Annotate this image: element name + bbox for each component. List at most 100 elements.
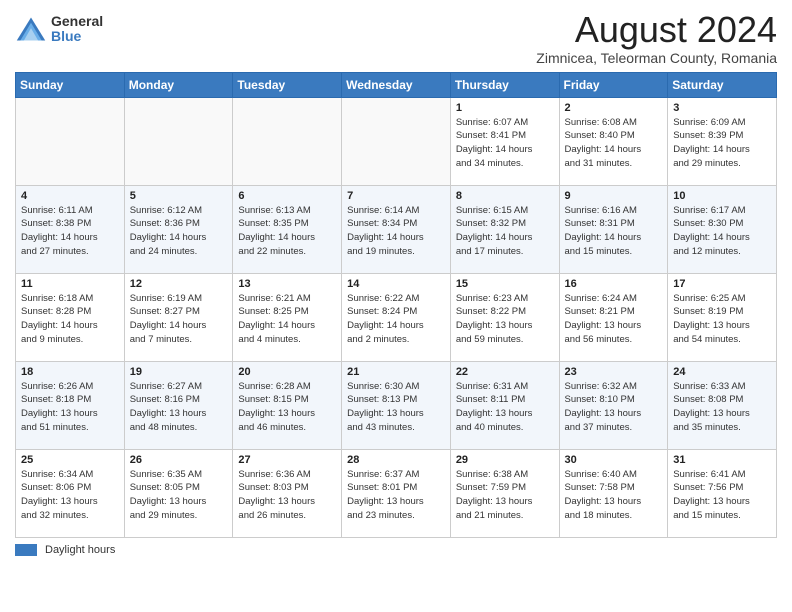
calendar-cell: 20 Sunrise: 6:28 AM Sunset: 8:15 PM Dayli… — [233, 361, 342, 449]
day-number: 22 — [456, 366, 554, 378]
day-info: Sunrise: 6:31 AM Sunset: 8:11 PM Dayligh… — [456, 380, 554, 435]
logo-text: General Blue — [51, 14, 103, 45]
day-info: Sunrise: 6:26 AM Sunset: 8:18 PM Dayligh… — [21, 380, 119, 435]
day-number: 16 — [565, 278, 663, 290]
week-row-0: 1 Sunrise: 6:07 AM Sunset: 8:41 PM Daylig… — [16, 97, 777, 185]
month-year: August 2024 — [536, 10, 777, 50]
calendar-cell: 19 Sunrise: 6:27 AM Sunset: 8:16 PM Dayli… — [124, 361, 233, 449]
day-info: Sunrise: 6:36 AM Sunset: 8:03 PM Dayligh… — [238, 468, 336, 523]
footer: Daylight hours — [15, 544, 777, 556]
day-number: 20 — [238, 366, 336, 378]
day-info: Sunrise: 6:33 AM Sunset: 8:08 PM Dayligh… — [673, 380, 771, 435]
day-info: Sunrise: 6:34 AM Sunset: 8:06 PM Dayligh… — [21, 468, 119, 523]
day-number: 10 — [673, 190, 771, 202]
day-info: Sunrise: 6:40 AM Sunset: 7:58 PM Dayligh… — [565, 468, 663, 523]
calendar-cell: 14Sunrise: 6:22 AM Sunset: 8:24 PM Dayli… — [342, 273, 451, 361]
calendar-cell: 29Sunrise: 6:38 AM Sunset: 7:59 PM Dayli… — [450, 449, 559, 537]
day-number: 13 — [238, 278, 336, 290]
day-info: Sunrise: 6:37 AM Sunset: 8:01 PM Dayligh… — [347, 468, 445, 523]
day-info: Sunrise: 6:07 AM Sunset: 8:41 PM Dayligh… — [456, 116, 554, 171]
day-number: 24 — [673, 366, 771, 378]
day-info: Sunrise: 6:22 AM Sunset: 8:24 PM Dayligh… — [347, 292, 445, 347]
calendar-cell: 6 Sunrise: 6:13 AM Sunset: 8:35 PM Daylig… — [233, 185, 342, 273]
calendar-cell: 26Sunrise: 6:35 AM Sunset: 8:05 PM Dayli… — [124, 449, 233, 537]
calendar-cell: 2 Sunrise: 6:08 AM Sunset: 8:40 PM Daylig… — [559, 97, 668, 185]
calendar-cell — [342, 97, 451, 185]
day-info: Sunrise: 6:32 AM Sunset: 8:10 PM Dayligh… — [565, 380, 663, 435]
calendar-cell: 15 Sunrise: 6:23 AM Sunset: 8:22 PM Dayli… — [450, 273, 559, 361]
day-number: 25 — [21, 454, 119, 466]
calendar-cell: 10 Sunrise: 6:17 AM Sunset: 8:30 PM Dayli… — [668, 185, 777, 273]
calendar-cell — [16, 97, 125, 185]
day-number: 17 — [673, 278, 771, 290]
day-header-saturday: Saturday — [668, 72, 777, 97]
calendar-cell: 25 Sunrise: 6:34 AM Sunset: 8:06 PM Dayli… — [16, 449, 125, 537]
day-info: Sunrise: 6:30 AM Sunset: 8:13 PM Dayligh… — [347, 380, 445, 435]
location: Zimnicea, Teleorman County, Romania — [536, 50, 777, 66]
calendar-cell: 4 Sunrise: 6:11 AM Sunset: 8:38 PM Daylig… — [16, 185, 125, 273]
calendar-cell: 1 Sunrise: 6:07 AM Sunset: 8:41 PM Daylig… — [450, 97, 559, 185]
day-info: Sunrise: 6:28 AM Sunset: 8:15 PM Dayligh… — [238, 380, 336, 435]
day-header-wednesday: Wednesday — [342, 72, 451, 97]
day-number: 18 — [21, 366, 119, 378]
page: General Blue August 2024 Zimnicea, Teleo… — [0, 0, 792, 612]
calendar-cell: 24 Sunrise: 6:33 AM Sunset: 8:08 PM Dayli… — [668, 361, 777, 449]
day-info: Sunrise: 6:11 AM Sunset: 8:38 PM Dayligh… — [21, 204, 119, 259]
calendar-cell: 7Sunrise: 6:14 AM Sunset: 8:34 PM Daylig… — [342, 185, 451, 273]
daylight-legend-box — [15, 544, 37, 556]
day-number: 15 — [456, 278, 554, 290]
calendar-cell: 13 Sunrise: 6:21 AM Sunset: 8:25 PM Dayli… — [233, 273, 342, 361]
calendar-cell: 28 Sunrise: 6:37 AM Sunset: 8:01 PM Dayli… — [342, 449, 451, 537]
logo-icon — [15, 15, 47, 43]
day-info: Sunrise: 6:23 AM Sunset: 8:22 PM Dayligh… — [456, 292, 554, 347]
day-header-monday: Monday — [124, 72, 233, 97]
day-number: 23 — [565, 366, 663, 378]
day-info: Sunrise: 6:25 AM Sunset: 8:19 PM Dayligh… — [673, 292, 771, 347]
day-number: 6 — [238, 190, 336, 202]
day-number: 28 — [347, 454, 445, 466]
day-info: Sunrise: 6:21 AM Sunset: 8:25 PM Dayligh… — [238, 292, 336, 347]
calendar-cell: 18 Sunrise: 6:26 AM Sunset: 8:18 PM Dayli… — [16, 361, 125, 449]
day-header-friday: Friday — [559, 72, 668, 97]
day-header-thursday: Thursday — [450, 72, 559, 97]
day-info: Sunrise: 6:09 AM Sunset: 8:39 PM Dayligh… — [673, 116, 771, 171]
day-header-tuesday: Tuesday — [233, 72, 342, 97]
calendar-cell: 5 Sunrise: 6:12 AM Sunset: 8:36 PM Daylig… — [124, 185, 233, 273]
day-info: Sunrise: 6:13 AM Sunset: 8:35 PM Dayligh… — [238, 204, 336, 259]
calendar-cell: 8 Sunrise: 6:15 AM Sunset: 8:32 PM Daylig… — [450, 185, 559, 273]
day-number: 5 — [130, 190, 228, 202]
day-number: 19 — [130, 366, 228, 378]
calendar-cell: 23 Sunrise: 6:32 AM Sunset: 8:10 PM Dayli… — [559, 361, 668, 449]
day-info: Sunrise: 6:15 AM Sunset: 8:32 PM Dayligh… — [456, 204, 554, 259]
day-number: 4 — [21, 190, 119, 202]
day-info: Sunrise: 6:08 AM Sunset: 8:40 PM Dayligh… — [565, 116, 663, 171]
title-block: August 2024 Zimnicea, Teleorman County, … — [536, 10, 777, 66]
day-info: Sunrise: 6:17 AM Sunset: 8:30 PM Dayligh… — [673, 204, 771, 259]
day-number: 11 — [21, 278, 119, 290]
day-info: Sunrise: 6:27 AM Sunset: 8:16 PM Dayligh… — [130, 380, 228, 435]
day-number: 8 — [456, 190, 554, 202]
day-number: 29 — [456, 454, 554, 466]
calendar-cell: 27 Sunrise: 6:36 AM Sunset: 8:03 PM Dayli… — [233, 449, 342, 537]
calendar-cell — [233, 97, 342, 185]
day-info: Sunrise: 6:24 AM Sunset: 8:21 PM Dayligh… — [565, 292, 663, 347]
day-info: Sunrise: 6:19 AM Sunset: 8:27 PM Dayligh… — [130, 292, 228, 347]
calendar-cell: 21Sunrise: 6:30 AM Sunset: 8:13 PM Dayli… — [342, 361, 451, 449]
day-info: Sunrise: 6:12 AM Sunset: 8:36 PM Dayligh… — [130, 204, 228, 259]
day-number: 7 — [347, 190, 445, 202]
day-header-row: SundayMondayTuesdayWednesdayThursdayFrid… — [16, 72, 777, 97]
day-number: 30 — [565, 454, 663, 466]
day-number: 3 — [673, 102, 771, 114]
calendar-cell: 9Sunrise: 6:16 AM Sunset: 8:31 PM Daylig… — [559, 185, 668, 273]
calendar-cell: 17 Sunrise: 6:25 AM Sunset: 8:19 PM Dayli… — [668, 273, 777, 361]
calendar-cell: 3 Sunrise: 6:09 AM Sunset: 8:39 PM Daylig… — [668, 97, 777, 185]
daylight-legend-label: Daylight hours — [45, 544, 115, 556]
calendar-cell: 12Sunrise: 6:19 AM Sunset: 8:27 PM Dayli… — [124, 273, 233, 361]
day-number: 27 — [238, 454, 336, 466]
week-row-1: 4 Sunrise: 6:11 AM Sunset: 8:38 PM Daylig… — [16, 185, 777, 273]
day-number: 2 — [565, 102, 663, 114]
logo: General Blue — [15, 14, 103, 45]
calendar-table: SundayMondayTuesdayWednesdayThursdayFrid… — [15, 72, 777, 538]
day-number: 1 — [456, 102, 554, 114]
day-info: Sunrise: 6:35 AM Sunset: 8:05 PM Dayligh… — [130, 468, 228, 523]
